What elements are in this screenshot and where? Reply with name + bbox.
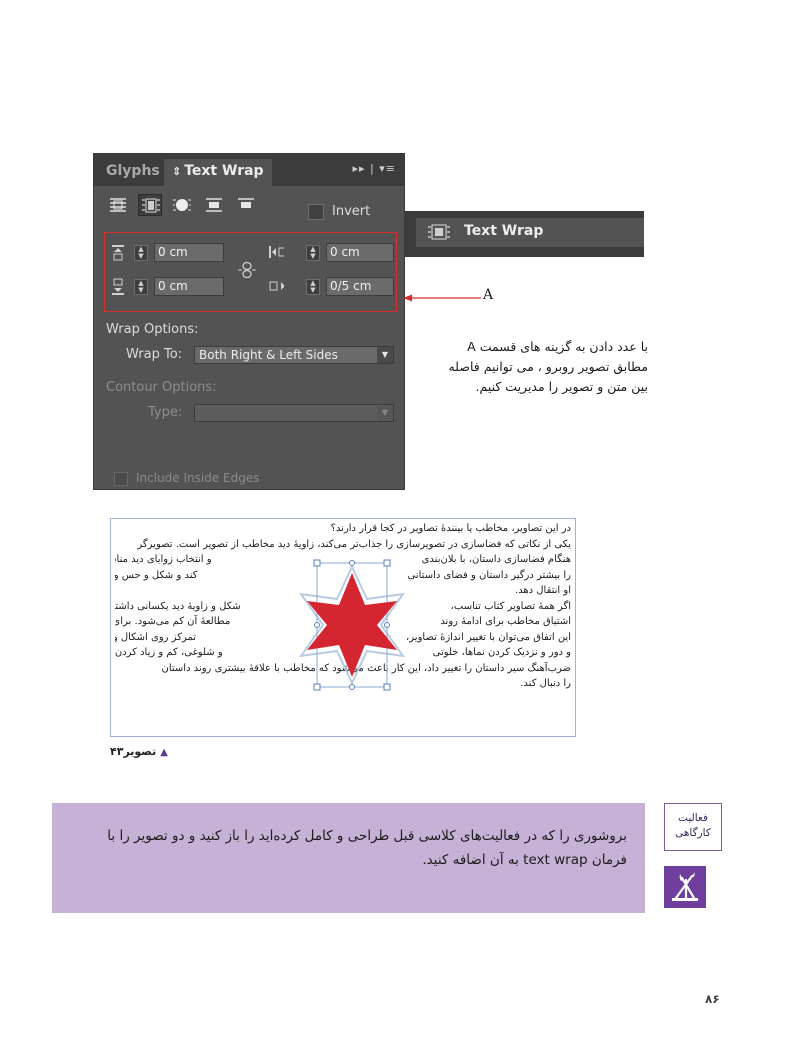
example-line-right: این اتفاق می‌توان با تغییر اندازهٔ تصاوی… bbox=[406, 631, 571, 643]
left-offset-stepper[interactable]: ▲ ▼ bbox=[306, 245, 320, 261]
wrap-bounding-box-icon[interactable] bbox=[138, 194, 162, 216]
bottom-offset-stepper[interactable]: ▲ ▼ bbox=[134, 279, 148, 295]
triangle-marker-icon: ▲ bbox=[160, 747, 168, 758]
tab-text-wrap-label: Text Wrap bbox=[184, 163, 264, 179]
include-inside-edges-checkbox[interactable] bbox=[114, 472, 128, 486]
example-line-right: اشتیاق مخاطب برای ادامهٔ روند bbox=[440, 616, 571, 627]
example-line-right: اگر همهٔ تصاویر کتاب تناسب، bbox=[450, 600, 571, 612]
include-inside-edges-label: Include Inside Edges bbox=[136, 471, 260, 485]
wrap-to-value: Both Right & Left Sides bbox=[199, 348, 338, 362]
wrap-to-label: Wrap To: bbox=[126, 347, 183, 362]
figure-caption: ▲تصویر۴۳ bbox=[110, 745, 168, 758]
wrap-options-label: Wrap Options: bbox=[106, 322, 199, 337]
contour-options-label: Contour Options: bbox=[106, 380, 217, 395]
activity-tag-line: فعالیت bbox=[678, 812, 708, 824]
collapsed-panel-title: Text Wrap bbox=[464, 223, 544, 239]
tab-text-wrap[interactable]: ⇕ Text Wrap bbox=[164, 159, 272, 186]
bottom-offset-icon bbox=[112, 278, 124, 295]
right-offset-stepper[interactable]: ▲ ▼ bbox=[306, 279, 320, 295]
top-offset-field[interactable]: 0 cm bbox=[154, 243, 224, 262]
no-wrap-icon[interactable] bbox=[106, 194, 130, 216]
example-line-left: مطالعهٔ آن کم می‌شود. برای جلوگیری از bbox=[115, 616, 231, 627]
example-line: یکی از نکاتی که فضاسازی در تصویرسازی را … bbox=[137, 538, 571, 550]
top-offset-stepper[interactable]: ▲ ▼ bbox=[134, 245, 148, 261]
activity-text: بروشوری را که در فعالیت‌های کلاسی قبل طر… bbox=[67, 824, 627, 872]
invert-label: Invert bbox=[332, 204, 371, 219]
explanation-text: با عدد دادن به گزینه های قسمت A مطابق تص… bbox=[436, 337, 648, 397]
panel-tab-bar: Glyphs ⇕ Text Wrap ▸▸ | ▾≡ bbox=[94, 154, 404, 186]
wrap-to-select[interactable]: Both Right & Left Sides ▼ bbox=[194, 346, 394, 364]
example-line-right: و دور و نزدیک کردن نماها، خلوتی bbox=[432, 647, 571, 658]
text-wrap-example-image: در این تصاویر، مخاطب یا بینندهٔ تصاویر د… bbox=[110, 518, 576, 737]
right-offset-icon bbox=[269, 281, 284, 291]
make-all-settings-same-icon[interactable] bbox=[236, 260, 258, 280]
left-offset-field[interactable]: 0 cm bbox=[326, 243, 394, 262]
jump-object-icon[interactable] bbox=[202, 194, 226, 216]
left-offset-icon bbox=[269, 246, 284, 258]
explanation-line: بین متن و تصویر را مدیریت کنیم. bbox=[475, 379, 648, 394]
right-offset-field[interactable]: 0/5 cm bbox=[326, 277, 394, 296]
activity-line: بروشوری را که در فعالیت‌های کلاسی قبل طر… bbox=[107, 828, 627, 844]
example-line-right: را بیشتر درگیر داستان و فضای داستانی bbox=[407, 569, 571, 581]
example-line-right: هنگام فضاسازی داستان، با بلان‌بندی bbox=[421, 554, 571, 565]
type-label: Type: bbox=[148, 405, 183, 420]
activity-line: فرمان text wrap به آن اضافه کنید. bbox=[422, 852, 627, 868]
example-line: در این تصاویر، مخاطب یا بینندهٔ تصاویر د… bbox=[330, 523, 571, 534]
example-line-left: و انتخاب زوایای دید مناسب می‌تواند مخاطب bbox=[115, 554, 212, 565]
chevron-down-icon: ▼ bbox=[377, 405, 393, 421]
activity-tag-line: کارگاهی bbox=[675, 827, 711, 839]
page-number: ۸۶ bbox=[705, 992, 720, 1006]
callout-label-a: A bbox=[483, 287, 494, 303]
explanation-line: با عدد دادن به گزینه های قسمت A bbox=[467, 339, 648, 354]
jump-to-next-column-icon[interactable] bbox=[234, 194, 258, 216]
invert-checkbox[interactable] bbox=[308, 204, 324, 220]
red-star-graphic bbox=[298, 559, 406, 691]
example-line-left: تمرکز روی اشکال و شخصیت‌ها، چرخش bbox=[115, 631, 197, 643]
brush-pencil-icon bbox=[664, 866, 706, 908]
panel-menu-controls[interactable]: ▸▸ | ▾≡ bbox=[353, 162, 396, 175]
text-wrap-icon bbox=[428, 224, 450, 240]
example-line-left: شکل و زاویهٔ دید یکسانی داشته باشند، bbox=[115, 600, 241, 612]
activity-tag: فعالیت کارگاهی bbox=[664, 803, 722, 851]
activity-box: بروشوری را که در فعالیت‌های کلاسی قبل طر… bbox=[52, 803, 645, 913]
collapsed-text-wrap-panel: Text Wrap bbox=[404, 211, 644, 257]
callout-arrow bbox=[403, 294, 481, 302]
tab-glyphs[interactable]: Glyphs bbox=[106, 159, 160, 186]
explanation-line: مطابق تصویر روبرو ، می توانیم فاصله bbox=[448, 359, 648, 374]
text-wrap-panel: Glyphs ⇕ Text Wrap ▸▸ | ▾≡ Invert ▲ ▼ 0 cm… bbox=[93, 153, 405, 490]
chevron-down-icon: ▼ bbox=[377, 347, 393, 363]
updown-arrows-icon: ⇕ bbox=[172, 165, 182, 178]
collapsed-text-wrap-tab[interactable]: Text Wrap bbox=[416, 218, 644, 247]
wrap-object-shape-icon[interactable] bbox=[170, 194, 194, 216]
example-line-left: و شلوغی، کم و زیاد کردن محل نوشتار، میزا… bbox=[115, 647, 223, 658]
top-offset-icon bbox=[112, 245, 124, 261]
example-line-left: کند و شکل و حس و حال و هوای مکان را به bbox=[115, 569, 198, 581]
contour-type-select[interactable]: ▼ bbox=[194, 404, 394, 422]
figure-caption-text: تصویر۴۳ bbox=[110, 745, 157, 758]
bottom-offset-field[interactable]: 0 cm bbox=[154, 277, 224, 296]
